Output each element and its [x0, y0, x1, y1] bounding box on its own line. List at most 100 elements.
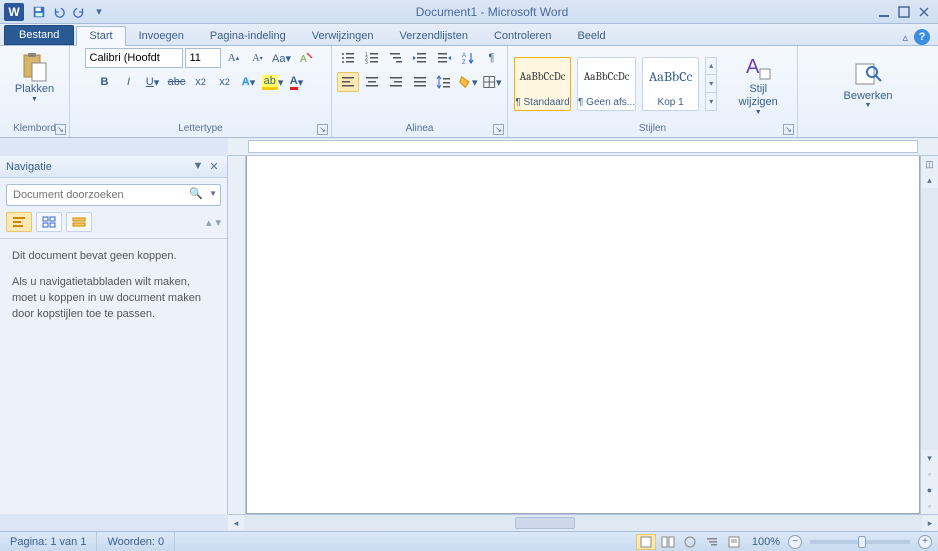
tab-file[interactable]: Bestand	[4, 25, 74, 45]
style-standaard[interactable]: AaBbCcDc ¶ Standaard	[514, 57, 571, 111]
vertical-ruler[interactable]	[228, 156, 246, 514]
svg-text:A: A	[300, 54, 307, 65]
undo-icon[interactable]	[50, 3, 68, 21]
next-page-icon[interactable]: ◦	[921, 498, 938, 514]
tab-controleren[interactable]: Controleren	[481, 26, 564, 45]
window-title: Document1 - Microsoft Word	[108, 5, 876, 19]
nav-message-1: Dit document bevat geen koppen.	[12, 249, 215, 265]
horizontal-ruler[interactable]	[228, 138, 938, 156]
maximize-icon[interactable]	[896, 5, 912, 19]
nav-dropdown-icon[interactable]: ▼	[191, 160, 205, 173]
clear-formatting-icon[interactable]: A	[295, 48, 317, 68]
change-case-icon[interactable]: Aa▾	[271, 48, 293, 68]
scroll-right-icon[interactable]: ▸	[922, 515, 938, 531]
zoom-slider[interactable]	[810, 540, 910, 544]
borders-icon[interactable]: ▾	[481, 72, 503, 92]
word-app-icon: W	[4, 3, 24, 21]
paragraph-launcher-icon[interactable]: ↘	[493, 124, 504, 135]
line-spacing-icon[interactable]	[433, 72, 455, 92]
clipboard-launcher-icon[interactable]: ↘	[55, 124, 66, 135]
styles-scroll-up-icon[interactable]: ▴	[706, 58, 716, 76]
change-styles-button[interactable]: A Stijl wijzigen ▼	[725, 48, 791, 118]
font-size-input[interactable]	[185, 48, 221, 68]
view-outline-icon[interactable]	[702, 534, 722, 550]
editing-button[interactable]: Bewerken ▼	[837, 55, 900, 113]
search-options-icon[interactable]: ▼	[209, 189, 217, 198]
help-icon[interactable]: ?	[914, 29, 930, 45]
view-web-layout-icon[interactable]	[680, 534, 700, 550]
close-icon[interactable]	[916, 5, 932, 19]
bold-icon[interactable]: B	[94, 72, 116, 92]
tab-beeld[interactable]: Beeld	[564, 26, 618, 45]
font-name-input[interactable]	[85, 48, 183, 68]
italic-icon[interactable]: I	[118, 72, 140, 92]
style-kop1[interactable]: AaBbCc Kop 1	[642, 57, 699, 111]
qat-customize-icon[interactable]: ▾	[90, 3, 108, 21]
bullets-icon[interactable]	[337, 48, 359, 68]
hscroll-thumb[interactable]	[515, 517, 575, 529]
view-draft-icon[interactable]	[724, 534, 744, 550]
nav-prev-icon[interactable]: ▴	[206, 216, 212, 229]
status-words[interactable]: Woorden: 0	[97, 532, 175, 551]
status-page[interactable]: Pagina: 1 van 1	[0, 532, 97, 551]
styles-more-icon[interactable]: ▾	[706, 93, 716, 110]
align-right-icon[interactable]	[385, 72, 407, 92]
tab-invoegen[interactable]: Invoegen	[126, 26, 197, 45]
tab-pagina-indeling[interactable]: Pagina-indeling	[197, 26, 299, 45]
ruler-toggle-icon[interactable]: ◫	[921, 156, 938, 172]
nav-message-2: Als u navigatietabbladen wilt maken, moe…	[12, 275, 215, 323]
browse-object-icon[interactable]: ●	[921, 482, 938, 498]
styles-scroll-down-icon[interactable]: ▾	[706, 75, 716, 93]
style-geen-afstand[interactable]: AaBbCcDc ¶ Geen afs...	[577, 57, 636, 111]
minimize-ribbon-icon[interactable]: ㅤ▵	[892, 29, 908, 45]
view-print-layout-icon[interactable]	[636, 534, 656, 550]
tab-start[interactable]: Start	[76, 26, 125, 46]
nav-tab-headings[interactable]	[6, 212, 32, 232]
justify-icon[interactable]	[409, 72, 431, 92]
shading-icon[interactable]: ▾	[457, 72, 479, 92]
decrease-indent-icon[interactable]	[409, 48, 431, 68]
superscript-icon[interactable]: x2	[214, 72, 236, 92]
nav-close-icon[interactable]: ✕	[207, 160, 221, 173]
paste-icon	[18, 51, 50, 83]
tab-verzendlijsten[interactable]: Verzendlijsten	[386, 26, 481, 45]
paste-button[interactable]: Plakken ▼	[8, 48, 61, 106]
scroll-up-icon[interactable]: ▴	[921, 172, 938, 188]
zoom-in-icon[interactable]: +	[918, 535, 932, 549]
zoom-out-icon[interactable]: −	[788, 535, 802, 549]
scroll-down-icon[interactable]: ▾	[921, 450, 938, 466]
text-effects-icon[interactable]: A▾	[238, 72, 260, 92]
show-marks-icon[interactable]: ¶	[481, 48, 503, 68]
subscript-icon[interactable]: x2	[190, 72, 212, 92]
font-color-icon[interactable]: A▾	[286, 72, 308, 92]
nav-title: Navigatie	[6, 161, 52, 173]
zoom-level[interactable]: 100%	[752, 536, 780, 548]
highlight-icon[interactable]: ab▾	[262, 72, 284, 92]
strikethrough-icon[interactable]: abc	[166, 72, 188, 92]
search-icon[interactable]: 🔍	[189, 187, 203, 200]
nav-tab-pages[interactable]	[36, 212, 62, 232]
redo-icon[interactable]	[70, 3, 88, 21]
view-full-screen-icon[interactable]	[658, 534, 678, 550]
multilevel-list-icon[interactable]	[385, 48, 407, 68]
align-center-icon[interactable]	[361, 72, 383, 92]
tab-verwijzingen[interactable]: Verwijzingen	[299, 26, 387, 45]
prev-page-icon[interactable]: ◦	[921, 466, 938, 482]
underline-icon[interactable]: U▾	[142, 72, 164, 92]
styles-launcher-icon[interactable]: ↘	[783, 124, 794, 135]
font-launcher-icon[interactable]: ↘	[317, 124, 328, 135]
nav-tab-results[interactable]	[66, 212, 92, 232]
scroll-left-icon[interactable]: ◂	[228, 515, 244, 531]
vertical-scrollbar[interactable]: ◫ ▴ ▾ ◦ ● ◦	[920, 156, 938, 514]
sort-icon[interactable]: AZ	[457, 48, 479, 68]
grow-font-icon[interactable]: A▴	[223, 48, 245, 68]
align-left-icon[interactable]	[337, 72, 359, 92]
horizontal-scrollbar[interactable]: ◂ ▸	[228, 514, 938, 531]
shrink-font-icon[interactable]: A▾	[247, 48, 269, 68]
numbering-icon[interactable]: 123	[361, 48, 383, 68]
save-icon[interactable]	[30, 3, 48, 21]
document-page[interactable]	[246, 156, 920, 514]
nav-next-icon[interactable]: ▾	[215, 216, 221, 229]
minimize-icon[interactable]	[876, 5, 892, 19]
increase-indent-icon[interactable]	[433, 48, 455, 68]
